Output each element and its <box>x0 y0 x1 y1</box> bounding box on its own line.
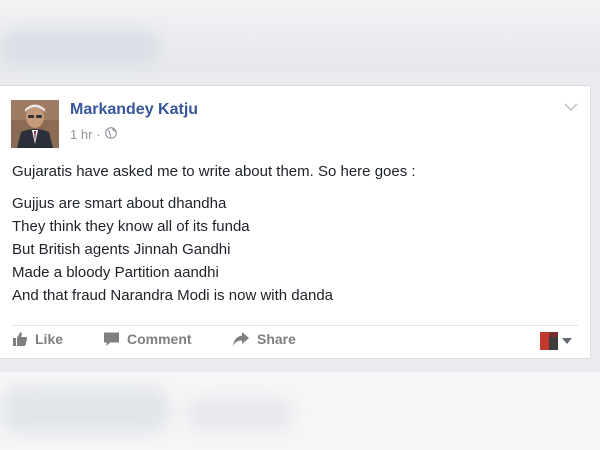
post-meta: 1 hr · <box>70 127 117 142</box>
share-button[interactable]: Share <box>232 331 296 347</box>
divider <box>11 325 578 326</box>
caret-down-icon <box>562 338 572 344</box>
poem-line: Gujjus are smart about dhandha <box>12 195 227 212</box>
chevron-down-icon[interactable] <box>562 100 580 114</box>
comment-button[interactable]: Comment <box>103 331 192 347</box>
post-timestamp[interactable]: 1 hr <box>70 127 92 142</box>
post-intro: Gujaratis have asked me to write about t… <box>12 163 416 180</box>
post-card: Markandey Katju 1 hr · Gujaratis have as… <box>0 85 591 359</box>
globe-icon[interactable] <box>104 127 117 142</box>
post-as-selector[interactable] <box>540 332 572 350</box>
blurred-smudge <box>0 386 170 434</box>
like-label: Like <box>35 331 64 347</box>
share-arrow-icon <box>232 331 250 347</box>
post-body: Gujaratis have asked me to write about t… <box>12 162 572 307</box>
blurred-smudge <box>185 396 295 432</box>
blurred-background-bottom <box>0 372 600 450</box>
poem-line: But British agents Jinnah Gandhi <box>12 241 231 258</box>
poem-line: Made a bloody Partition aandhi <box>12 264 219 281</box>
poem-line: And that fraud Narandra Modi is now with… <box>12 287 334 304</box>
like-button[interactable]: Like <box>12 331 63 347</box>
blurred-smudge <box>0 30 160 64</box>
post-actions-bar: Like Comment Share <box>0 331 590 353</box>
poem-line: They think they know all of its funda <box>12 218 250 235</box>
thumbs-up-icon <box>12 331 28 347</box>
blurred-background-top <box>0 0 600 72</box>
meta-separator: · <box>96 127 101 142</box>
comment-label: Comment <box>127 331 192 347</box>
share-label: Share <box>257 331 296 347</box>
author-name-link[interactable]: Markandey Katju <box>70 101 198 119</box>
comment-icon <box>103 331 120 347</box>
author-avatar[interactable] <box>11 100 59 148</box>
avatar <box>540 332 558 350</box>
